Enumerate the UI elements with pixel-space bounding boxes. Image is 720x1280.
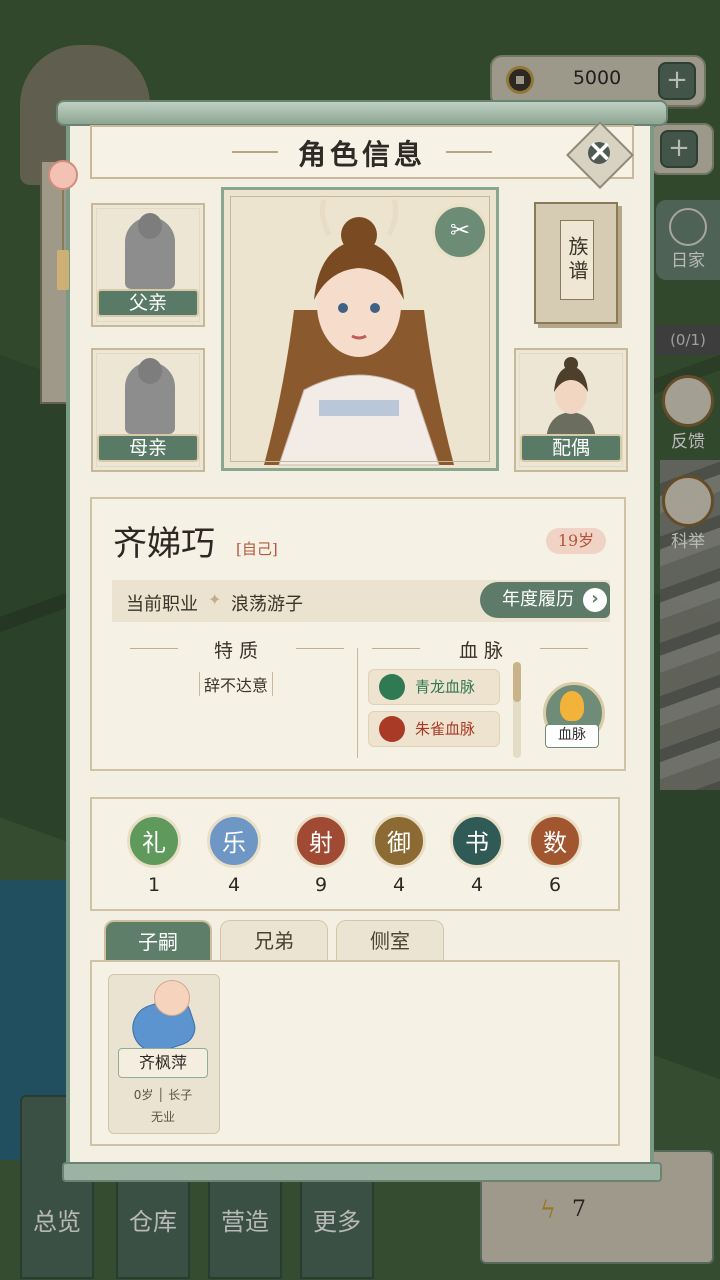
- father-silhouette-icon: [125, 213, 175, 289]
- bloodline-ornament-left: [372, 648, 420, 649]
- tab-siblings[interactable]: 兄弟: [220, 920, 328, 960]
- character-name: 齐娣巧: [113, 524, 215, 564]
- flower-icon: [48, 160, 78, 190]
- traits-ornament-left: [130, 648, 178, 649]
- title-ornament-right: [446, 151, 492, 153]
- art-value: 6: [548, 874, 562, 896]
- mother-label: 母亲: [97, 434, 199, 462]
- father-card[interactable]: 父亲: [91, 203, 205, 327]
- bloodline-title: 血脉: [459, 640, 510, 662]
- art-value: 1: [147, 874, 161, 896]
- art-charioteering[interactable]: 御 4: [369, 814, 429, 896]
- chevron-right-icon[interactable]: ›: [583, 588, 607, 612]
- art-mathematics[interactable]: 数 6: [525, 814, 585, 896]
- bloodline-button-label: 血脉: [545, 724, 599, 748]
- occupation-separator-icon: ✦: [208, 590, 222, 609]
- scroll-rod-bottom: [62, 1162, 662, 1182]
- bloodline-item-vermilion-bird[interactable]: 朱雀血脉: [368, 711, 500, 747]
- art-value: 4: [227, 874, 241, 896]
- traits-title: 特质: [214, 640, 265, 662]
- age-badge: 19岁: [546, 528, 606, 554]
- art-value: 9: [314, 874, 328, 896]
- scroll-rod-top: [56, 100, 668, 126]
- child-age: 0岁: [133, 1088, 154, 1102]
- spouse-avatar: [546, 357, 596, 444]
- art-archery[interactable]: 射 9: [291, 814, 351, 896]
- phoenix-icon: [379, 716, 405, 742]
- flame-icon: [560, 691, 584, 721]
- art-calligraphy[interactable]: 书 4: [447, 814, 507, 896]
- occupation-value: 浪荡游子: [231, 594, 303, 615]
- music-icon: 乐: [207, 814, 261, 868]
- spouse-card[interactable]: 配偶: [514, 348, 628, 472]
- mother-silhouette-icon: [125, 358, 175, 434]
- art-rites[interactable]: 礼 1: [124, 814, 184, 896]
- bloodline-name: 青龙血脉: [415, 678, 476, 696]
- father-label: 父亲: [97, 289, 199, 317]
- baby-avatar: [126, 980, 200, 1059]
- self-tag: [自己]: [236, 540, 278, 558]
- child-occupation: 无业: [150, 1110, 175, 1124]
- meta-separator: │: [157, 1088, 169, 1102]
- bloodline-name: 朱雀血脉: [415, 720, 476, 738]
- title-bar: 角色信息: [90, 125, 634, 179]
- child-name: 齐枫萍: [118, 1048, 208, 1078]
- dragon-icon: [379, 674, 405, 700]
- tassel-ornament: [48, 120, 78, 290]
- art-value: 4: [392, 874, 406, 896]
- page-title: 角色信息: [297, 138, 426, 171]
- scissors-icon[interactable]: ✂: [432, 204, 488, 260]
- art-music[interactable]: 乐 4: [204, 814, 264, 896]
- bloodline-scroll-thumb[interactable]: [513, 662, 521, 702]
- archery-icon: 射: [294, 814, 348, 868]
- bloodline-ornament-right: [540, 648, 588, 649]
- child-rank: 长子: [168, 1088, 193, 1102]
- tab-children[interactable]: 子嗣: [104, 920, 212, 960]
- charioteering-icon: 御: [372, 814, 426, 868]
- trait-item[interactable]: 辞不达意: [199, 672, 274, 696]
- rites-icon: 礼: [127, 814, 181, 868]
- bloodline-item-azure-dragon[interactable]: 青龙血脉: [368, 669, 500, 705]
- genealogy-label: 族谱: [560, 220, 594, 300]
- mathematics-icon: 数: [528, 814, 582, 868]
- occupation-label: 当前职业: [126, 594, 198, 615]
- spouse-label: 配偶: [520, 434, 622, 462]
- tab-concubines[interactable]: 侧室: [336, 920, 444, 960]
- art-value: 4: [470, 874, 484, 896]
- close-icon[interactable]: ×: [580, 133, 620, 173]
- child-age-rank: 0岁 │ 长子: [108, 1086, 218, 1103]
- genealogy-book-button[interactable]: 族谱: [534, 202, 618, 324]
- column-divider: [357, 648, 358, 758]
- traits-ornament-right: [296, 648, 344, 649]
- book-icon: 书: [450, 814, 504, 868]
- mother-card[interactable]: 母亲: [91, 348, 205, 472]
